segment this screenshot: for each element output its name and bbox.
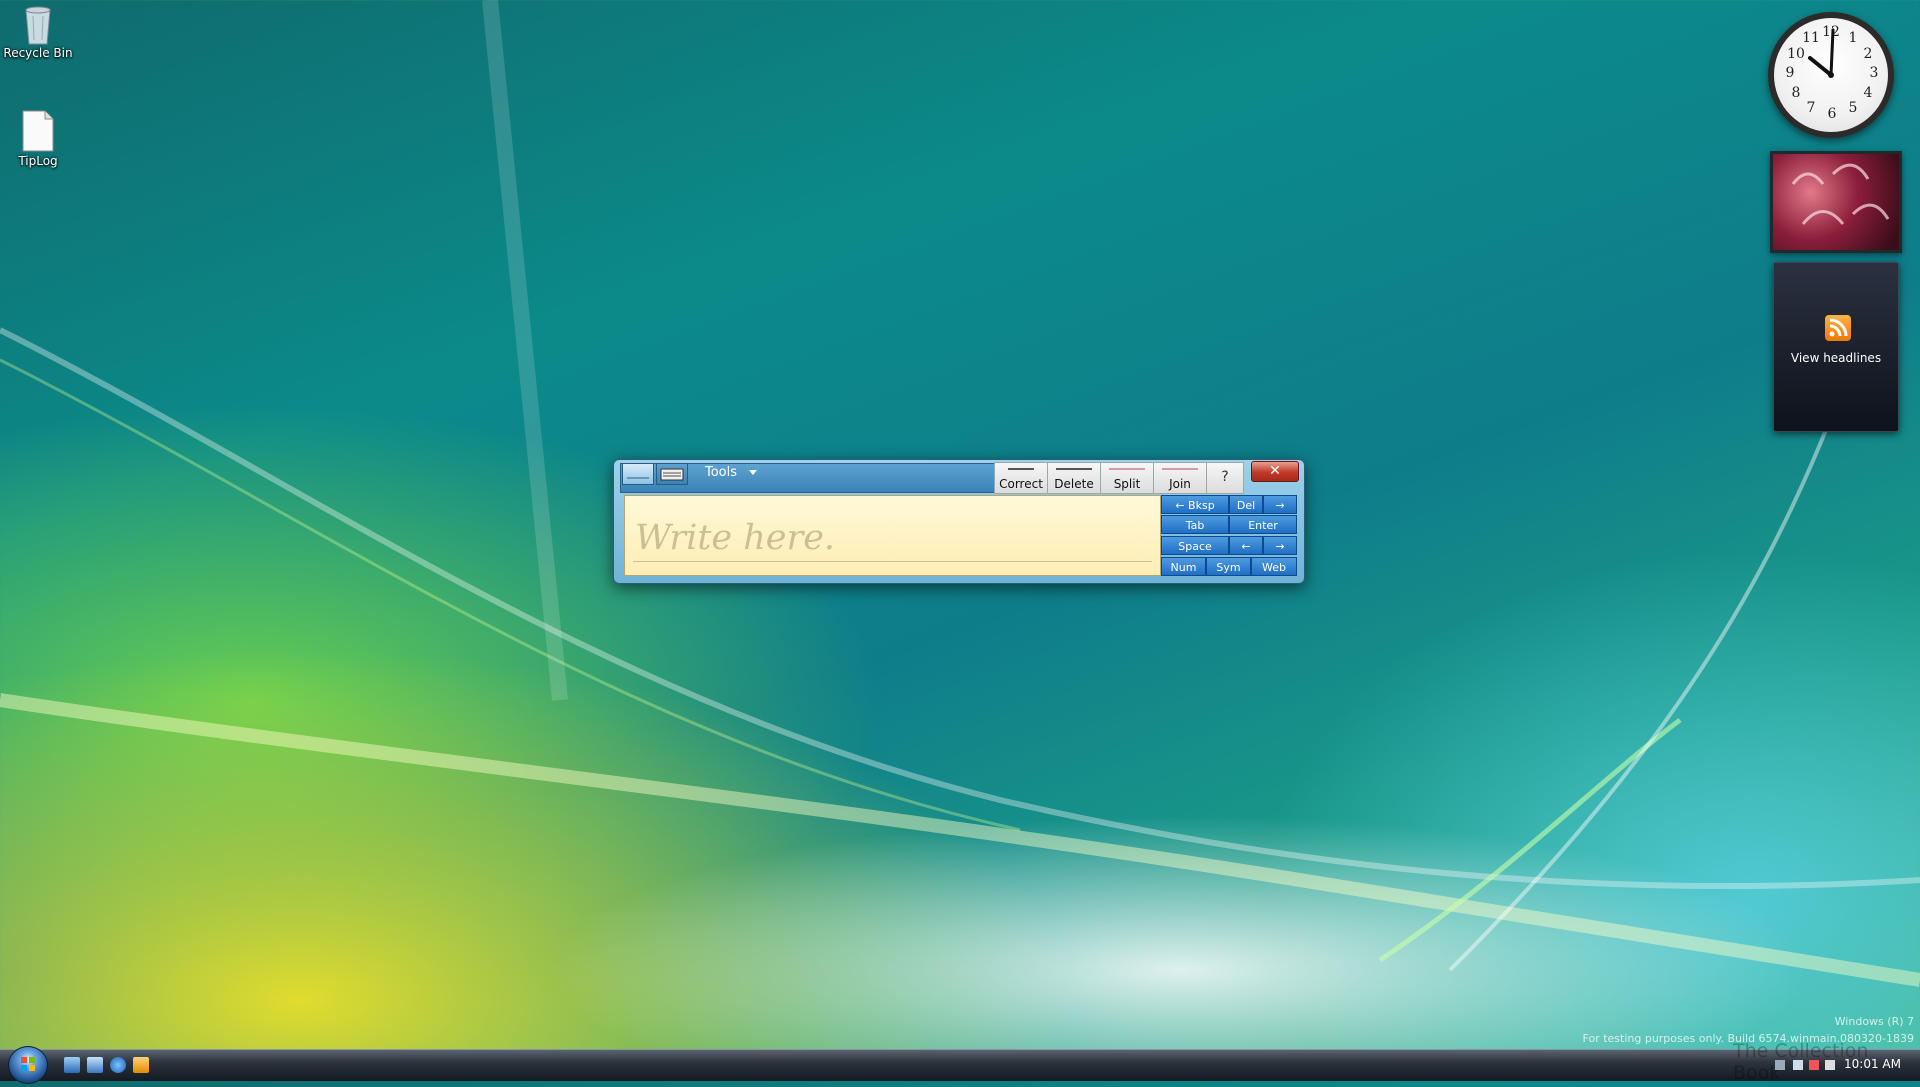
input-panel: Tools Correct Delete Split Join ? ✕ Writ…	[613, 459, 1305, 584]
writing-baseline	[633, 561, 1152, 562]
rss-icon	[1825, 315, 1851, 341]
correct-label: Correct	[999, 477, 1043, 491]
taskbar-clock[interactable]: 10:01 AM	[1844, 1057, 1901, 1071]
recycle-bin-icon	[18, 2, 58, 45]
clock-gadget[interactable]: 12 1 2 3 4 5 6 7 8 9 10 11	[1768, 12, 1894, 138]
split-gesture-icon	[1109, 468, 1145, 470]
keypad: ← Bksp Del → Tab Enter Space ← → Num Sym…	[1161, 495, 1297, 578]
split-label: Split	[1113, 477, 1141, 491]
join-gesture-button[interactable]: Join	[1153, 462, 1207, 494]
writing-pad-mode-button[interactable]	[622, 463, 654, 485]
build-watermark-title: Windows (R) 7	[1834, 1015, 1914, 1028]
tiplog-label: TipLog	[18, 154, 58, 168]
switch-windows-icon[interactable]	[87, 1057, 103, 1073]
show-desktop-icon[interactable]	[64, 1057, 80, 1073]
backspace-key[interactable]: ← Bksp	[1161, 495, 1229, 514]
join-gesture-icon	[1162, 468, 1198, 470]
photo-slideshow-icon	[1791, 163, 1890, 225]
slideshow-gadget[interactable]	[1770, 151, 1902, 253]
action-center-icon[interactable]	[1809, 1060, 1819, 1070]
keyboard-mode-button[interactable]	[656, 463, 688, 485]
delete-arrow-key[interactable]: →	[1263, 495, 1297, 514]
internet-explorer-icon[interactable]	[110, 1057, 126, 1073]
desktop-icon-tiplog[interactable]: TipLog	[0, 110, 78, 168]
delete-gesture-icon	[1056, 468, 1092, 470]
space-key[interactable]: Space	[1161, 536, 1229, 555]
writing-pad[interactable]: Write here.	[624, 495, 1161, 576]
delete-gesture-button[interactable]: Delete	[1047, 462, 1101, 494]
split-gesture-button[interactable]: Split	[1100, 462, 1154, 494]
volume-icon[interactable]	[1825, 1060, 1835, 1070]
recycle-bin-label: Recycle Bin	[3, 46, 73, 60]
tab-key[interactable]: Tab	[1161, 515, 1229, 534]
right-arrow-key[interactable]: →	[1263, 536, 1297, 555]
delete-label: Delete	[1054, 477, 1094, 491]
help-button[interactable]: ?	[1206, 462, 1244, 494]
show-hidden-icons-icon[interactable]	[1775, 1060, 1785, 1070]
enter-key[interactable]: Enter	[1229, 515, 1297, 534]
delete-key[interactable]: Del	[1229, 495, 1263, 514]
num-key[interactable]: Num	[1161, 557, 1206, 576]
keyboard-icon	[660, 468, 684, 481]
join-label: Join	[1169, 477, 1191, 491]
web-key[interactable]: Web	[1251, 557, 1297, 576]
sym-key[interactable]: Sym	[1206, 557, 1251, 576]
correct-gesture-button[interactable]: Correct	[994, 462, 1048, 494]
correct-gesture-icon	[1008, 468, 1034, 470]
tools-menu[interactable]: Tools	[705, 465, 737, 480]
text-file-icon	[18, 110, 58, 152]
start-button[interactable]	[8, 1046, 48, 1084]
network-icon[interactable]	[1793, 1060, 1803, 1070]
chevron-down-icon[interactable]	[749, 470, 757, 475]
clock-hands	[1808, 28, 1835, 78]
writing-pad-icon	[627, 477, 649, 479]
desktop-icon-recycle-bin[interactable]: Recycle Bin	[0, 2, 78, 60]
windows-logo-icon	[21, 1057, 35, 1071]
write-here-hint: Write here.	[635, 518, 836, 558]
close-button[interactable]: ✕	[1251, 461, 1299, 482]
taskbar	[0, 1049, 1920, 1081]
view-headlines-link[interactable]: View headlines	[1774, 351, 1898, 365]
close-icon: ✕	[1269, 463, 1281, 479]
feed-headlines-gadget[interactable]: View headlines	[1773, 262, 1899, 432]
left-arrow-key[interactable]: ←	[1229, 536, 1263, 555]
help-icon: ?	[1221, 469, 1229, 485]
media-player-icon[interactable]	[133, 1057, 149, 1073]
